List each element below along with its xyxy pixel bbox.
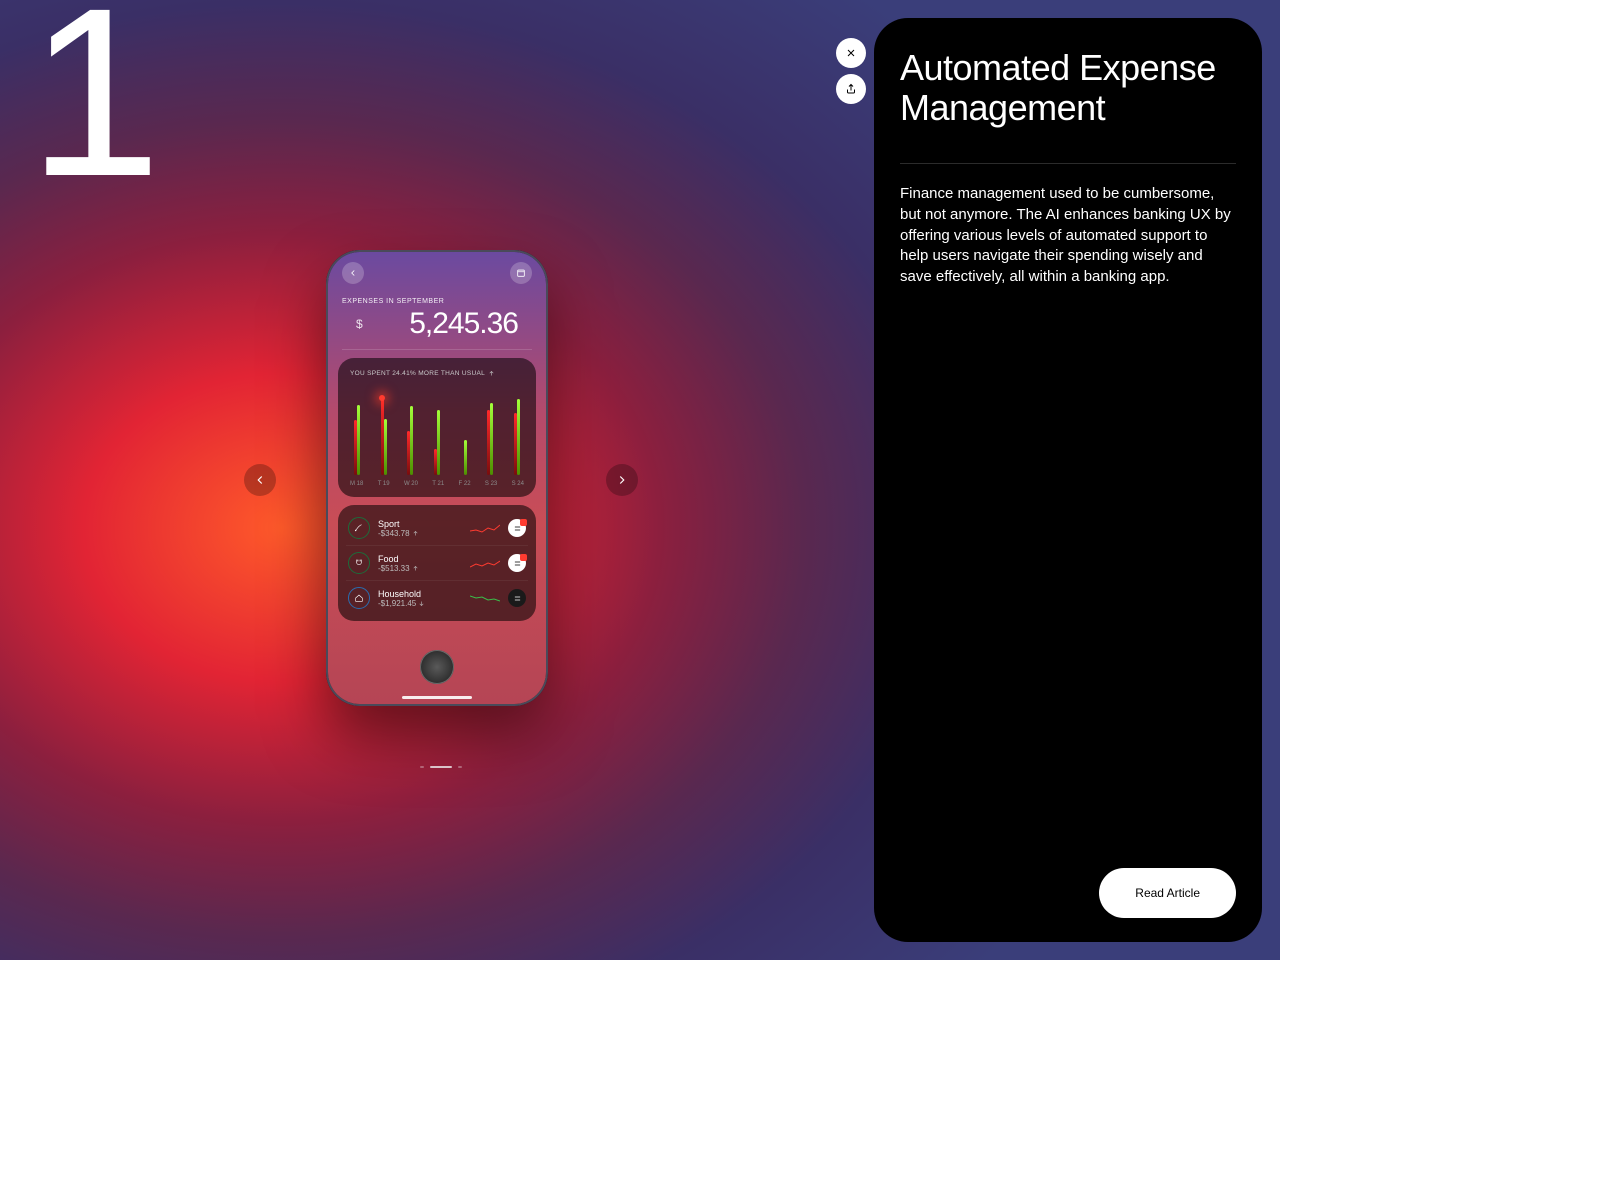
read-article-button[interactable]: Read Article [1099, 868, 1236, 918]
category-row-household[interactable]: Household -$1,921.45 [346, 580, 528, 615]
category-action-button[interactable] [508, 554, 526, 572]
sparkline [470, 522, 500, 534]
slide-number: 1 [28, 0, 151, 212]
share-button[interactable] [836, 74, 866, 104]
close-icon [845, 47, 857, 59]
category-row-sport[interactable]: Sport -$343.78 [346, 511, 528, 545]
sparkline [470, 592, 500, 604]
arrow-left-icon [348, 268, 358, 278]
prev-slide-button[interactable] [244, 464, 276, 496]
close-button[interactable] [836, 38, 866, 68]
calendar-button[interactable] [510, 262, 532, 284]
pagination-dot[interactable] [420, 766, 424, 768]
category-action-button[interactable] [508, 589, 526, 607]
category-amount: -$1,921.45 [378, 599, 462, 608]
divider [900, 163, 1236, 164]
back-button[interactable] [342, 262, 364, 284]
currency-symbol: $ [356, 307, 363, 331]
amount-value: 5,245.36 [369, 307, 518, 341]
insight-label: YOU SPENT 24.41% MORE THAN USUAL [350, 370, 524, 377]
weekly-bar-chart [350, 387, 524, 475]
share-icon [845, 83, 857, 95]
expenses-amount: $ 5,245.36 [342, 307, 532, 350]
category-name: Sport [378, 519, 462, 529]
notification-badge [520, 554, 527, 561]
spending-chart-card: YOU SPENT 24.41% MORE THAN USUAL M 18T 1… [338, 358, 536, 497]
pagination-dot[interactable] [458, 766, 462, 768]
arrow-up-icon [488, 370, 495, 377]
food-icon [348, 552, 370, 574]
household-icon [348, 587, 370, 609]
phone-screen: EXPENSES IN SEPTEMBER $ 5,245.36 YOU SPE… [328, 252, 546, 704]
expenses-label: EXPENSES IN SEPTEMBER [328, 284, 546, 307]
sparkline [470, 557, 500, 569]
phone-mockup: EXPENSES IN SEPTEMBER $ 5,245.36 YOU SPE… [326, 250, 548, 706]
next-slide-button[interactable] [606, 464, 638, 496]
category-row-food[interactable]: Food -$513.33 [346, 545, 528, 580]
category-amount: -$513.33 [378, 564, 462, 573]
notification-badge [520, 519, 527, 526]
slide-stage: 1 EXPENSES IN SEPTEMBER $ 5,245.36 [0, 0, 1280, 960]
settings-icon [513, 594, 522, 603]
pagination-dots[interactable] [420, 766, 462, 768]
arrow-right-icon [615, 473, 629, 487]
category-list: Sport -$343.78 Food -$513.33 [338, 505, 536, 621]
chart-x-labels: M 18T 19W 20T 21F 22S 23S 24 [350, 481, 524, 487]
fingerprint-sensor[interactable] [420, 650, 454, 684]
category-action-button[interactable] [508, 519, 526, 537]
calendar-icon [516, 268, 526, 278]
pagination-dot-active[interactable] [430, 766, 452, 768]
arrow-left-icon [253, 473, 267, 487]
category-name: Food [378, 554, 462, 564]
sport-icon [348, 517, 370, 539]
category-amount: -$343.78 [378, 529, 462, 538]
home-indicator[interactable] [402, 696, 472, 699]
panel-body: Finance management used to be cumbersome… [900, 184, 1236, 287]
panel-title: Automated Expense Management [900, 48, 1236, 127]
category-name: Household [378, 589, 462, 599]
info-panel: Automated Expense Management Finance man… [874, 18, 1262, 942]
